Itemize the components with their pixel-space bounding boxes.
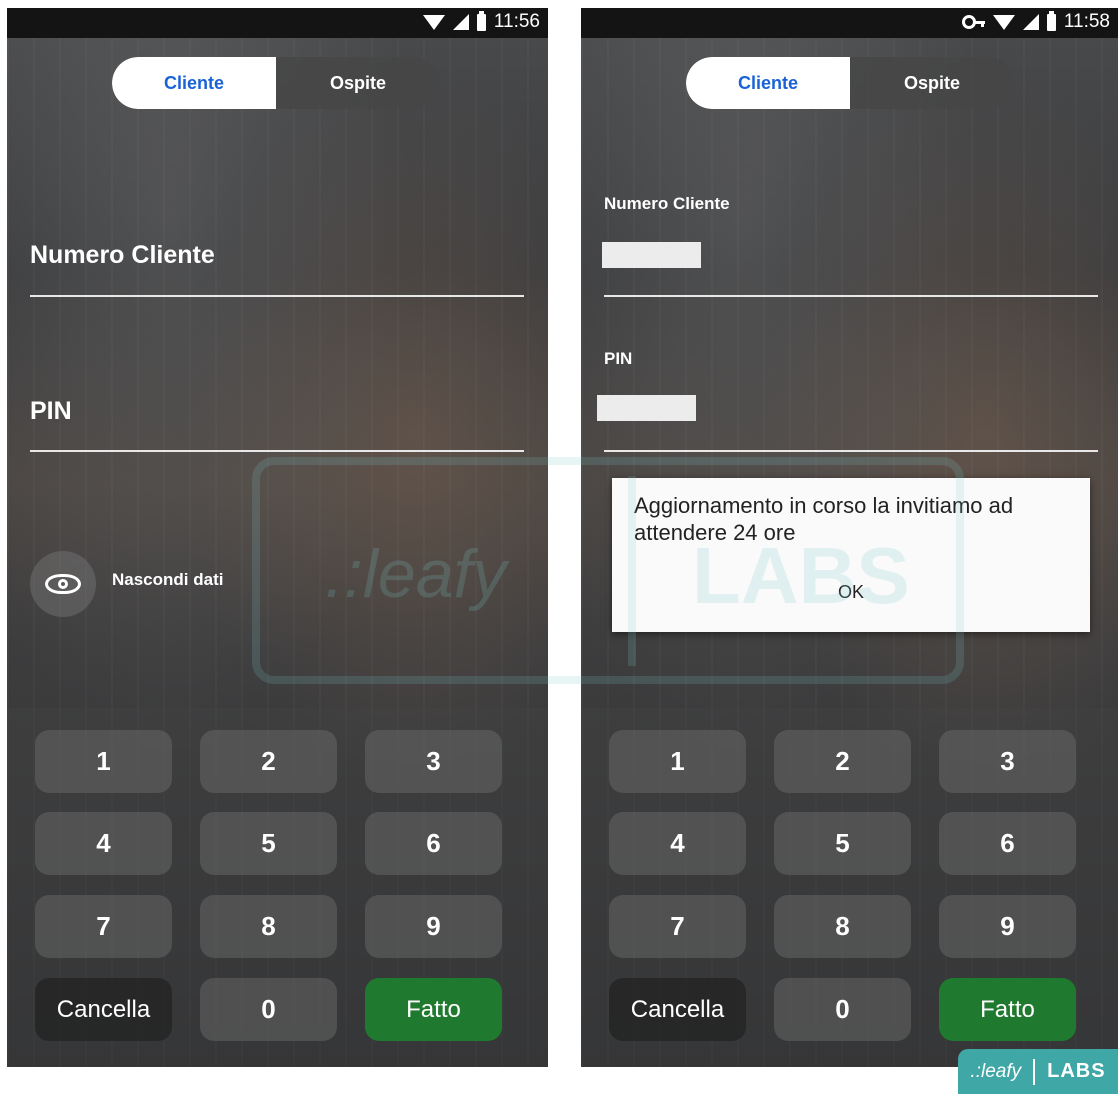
watermark-brand: .:leafy bbox=[325, 536, 507, 612]
battery-icon bbox=[1046, 10, 1056, 31]
wifi-icon bbox=[422, 14, 445, 30]
pin-underline bbox=[604, 450, 1098, 452]
key-5[interactable]: 5 bbox=[774, 812, 911, 875]
cancel-button[interactable]: Cancella bbox=[609, 978, 746, 1041]
status-time: 11:56 bbox=[493, 11, 540, 32]
key-6[interactable]: 6 bbox=[365, 812, 502, 875]
wifi-icon bbox=[992, 14, 1015, 30]
key-3[interactable]: 3 bbox=[939, 730, 1076, 793]
hide-data-label[interactable]: Nascondi dati bbox=[112, 570, 223, 590]
customer-number-underline bbox=[30, 295, 524, 297]
battery-icon bbox=[476, 10, 486, 31]
login-type-toggle: Cliente Ospite bbox=[112, 57, 440, 109]
pin-field[interactable]: PIN bbox=[30, 397, 72, 426]
cancel-button[interactable]: Cancella bbox=[35, 978, 172, 1041]
tab-cliente[interactable]: Cliente bbox=[112, 57, 276, 109]
key-4[interactable]: 4 bbox=[35, 812, 172, 875]
key-9[interactable]: 9 bbox=[365, 895, 502, 958]
key-7[interactable]: 7 bbox=[35, 895, 172, 958]
pin-label: PIN bbox=[604, 349, 633, 368]
key-1[interactable]: 1 bbox=[35, 730, 172, 793]
key-8[interactable]: 8 bbox=[200, 895, 337, 958]
key-9[interactable]: 9 bbox=[939, 895, 1076, 958]
status-bar: 11:58 bbox=[581, 8, 1118, 38]
watermark-divider bbox=[628, 476, 636, 666]
watermark-labs: LABS bbox=[692, 531, 910, 620]
badge-separator bbox=[1033, 1058, 1036, 1085]
tab-ospite[interactable]: Ospite bbox=[276, 57, 440, 109]
tab-ospite[interactable]: Ospite bbox=[850, 57, 1014, 109]
status-bar: 11:56 bbox=[7, 8, 548, 38]
badge-labs: LABS bbox=[1047, 1060, 1106, 1082]
customer-number-field[interactable]: Numero Cliente bbox=[30, 241, 215, 270]
badge-brand: .:leafy bbox=[970, 1060, 1022, 1082]
key-6[interactable]: 6 bbox=[939, 812, 1076, 875]
done-button[interactable]: Fatto bbox=[939, 978, 1076, 1041]
eye-icon bbox=[45, 574, 81, 594]
status-time: 11:58 bbox=[1063, 11, 1110, 32]
key-2[interactable]: 2 bbox=[774, 730, 911, 793]
signal-icon bbox=[452, 14, 469, 30]
done-button[interactable]: Fatto bbox=[365, 978, 502, 1041]
tab-cliente[interactable]: Cliente bbox=[686, 57, 850, 109]
key-3[interactable]: 3 bbox=[365, 730, 502, 793]
customer-number-label: Numero Cliente bbox=[604, 194, 730, 213]
toggle-visibility-button[interactable] bbox=[30, 551, 96, 617]
key-7[interactable]: 7 bbox=[609, 895, 746, 958]
key-2[interactable]: 2 bbox=[200, 730, 337, 793]
pin-underline bbox=[30, 450, 524, 452]
signal-icon bbox=[1022, 14, 1039, 30]
key-0[interactable]: 0 bbox=[200, 978, 337, 1041]
customer-number-input[interactable] bbox=[602, 242, 701, 268]
key-0[interactable]: 0 bbox=[774, 978, 911, 1041]
key-1[interactable]: 1 bbox=[609, 730, 746, 793]
cleafy-labs-badge: .:leafy LABS bbox=[958, 1049, 1118, 1094]
key-5[interactable]: 5 bbox=[200, 812, 337, 875]
customer-number-underline bbox=[604, 295, 1098, 297]
key-8[interactable]: 8 bbox=[774, 895, 911, 958]
numeric-keypad: 1 2 3 4 5 6 7 8 9 Cancella 0 Fatto bbox=[581, 708, 1118, 1067]
login-type-toggle: Cliente Ospite bbox=[686, 57, 1014, 109]
pin-input[interactable] bbox=[597, 395, 696, 421]
key-4[interactable]: 4 bbox=[609, 812, 746, 875]
numeric-keypad: 1 2 3 4 5 6 7 8 9 Cancella 0 Fatto bbox=[7, 708, 548, 1067]
vpn-key-icon bbox=[961, 15, 985, 29]
